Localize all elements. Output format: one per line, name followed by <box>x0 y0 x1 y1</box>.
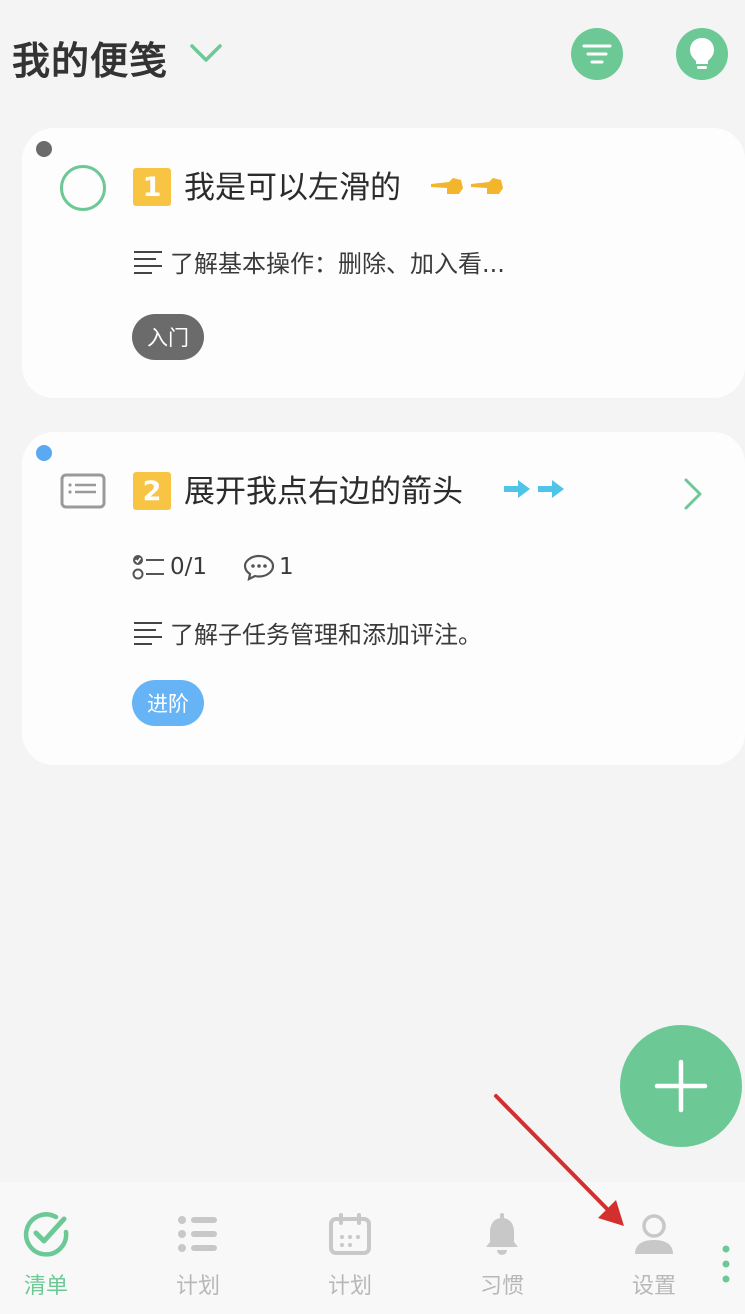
nav-item-plan-list[interactable]: 计划 <box>148 1210 248 1300</box>
priority-badge: 1 <box>133 168 171 206</box>
calendar-icon <box>329 1213 371 1255</box>
filter-button[interactable] <box>571 28 623 80</box>
note-card-1[interactable]: 1 我是可以左滑的 了解基本操作：删除、加入看... 入门 <box>22 128 745 398</box>
nav-item-checklist[interactable]: 清单 <box>0 1210 96 1300</box>
tips-button[interactable] <box>676 28 728 80</box>
list-icon <box>178 1216 217 1252</box>
description-icon <box>134 250 162 274</box>
card-description: 了解子任务管理和添加评注。 <box>170 621 482 649</box>
status-dot <box>36 445 52 461</box>
user-icon <box>635 1214 673 1254</box>
arrow-right-icon <box>502 476 566 506</box>
tag-badge[interactable]: 进阶 <box>132 680 204 726</box>
checklist-icon <box>23 1212 69 1257</box>
description-icon <box>134 621 162 645</box>
subtask-icon <box>132 555 164 580</box>
comment-icon <box>243 554 275 581</box>
complete-checkbox[interactable] <box>60 165 106 211</box>
card-meta-row: 0/1 1 <box>132 552 330 582</box>
tag-badge[interactable]: 入门 <box>132 314 204 360</box>
card-title: 展开我点右边的箭头 <box>184 474 463 510</box>
note-card-icon[interactable] <box>60 473 106 509</box>
nav-label: 清单 <box>23 1274 68 1299</box>
status-dot <box>36 141 52 157</box>
header: 我的便笺 <box>0 0 745 110</box>
lightbulb-icon <box>690 38 714 69</box>
subtask-count-text: 0/1 <box>170 554 208 580</box>
subtask-count: 0/1 <box>132 552 207 582</box>
filter-icon <box>582 44 612 64</box>
card-description: 了解基本操作：删除、加入看... <box>170 250 505 278</box>
nav-label: 习惯 <box>479 1274 524 1299</box>
bottom-navigation: 清单 计划 计划 习惯 设置 <box>0 1182 745 1314</box>
pointing-left-icon <box>429 172 505 202</box>
page-title[interactable]: 我的便笺 <box>12 30 168 85</box>
card-description-row: 了解子任务管理和添加评注。 <box>132 615 482 650</box>
nav-item-plan-calendar[interactable]: 计划 <box>300 1210 400 1300</box>
comment-count-text: 1 <box>279 554 294 580</box>
nav-label: 设置 <box>631 1274 676 1299</box>
annotation-arrow-icon <box>494 1094 624 1226</box>
more-vertical-icon[interactable] <box>720 1244 732 1284</box>
card-title: 我是可以左滑的 <box>184 170 401 206</box>
comment-count: 1 <box>243 553 294 581</box>
card-description-row: 了解基本操作：删除、加入看... <box>132 244 505 279</box>
chevron-down-icon[interactable] <box>188 40 224 66</box>
nav-label: 计划 <box>327 1274 372 1299</box>
chevron-right-icon[interactable] <box>680 474 706 514</box>
add-note-button[interactable] <box>620 1025 742 1147</box>
nav-label: 计划 <box>175 1274 220 1299</box>
note-card-2[interactable]: 2 展开我点右边的箭头 0/1 1 了解子任务管理和添加评注。 进阶 <box>22 432 745 765</box>
plus-icon <box>654 1059 708 1113</box>
priority-badge: 2 <box>133 472 171 510</box>
